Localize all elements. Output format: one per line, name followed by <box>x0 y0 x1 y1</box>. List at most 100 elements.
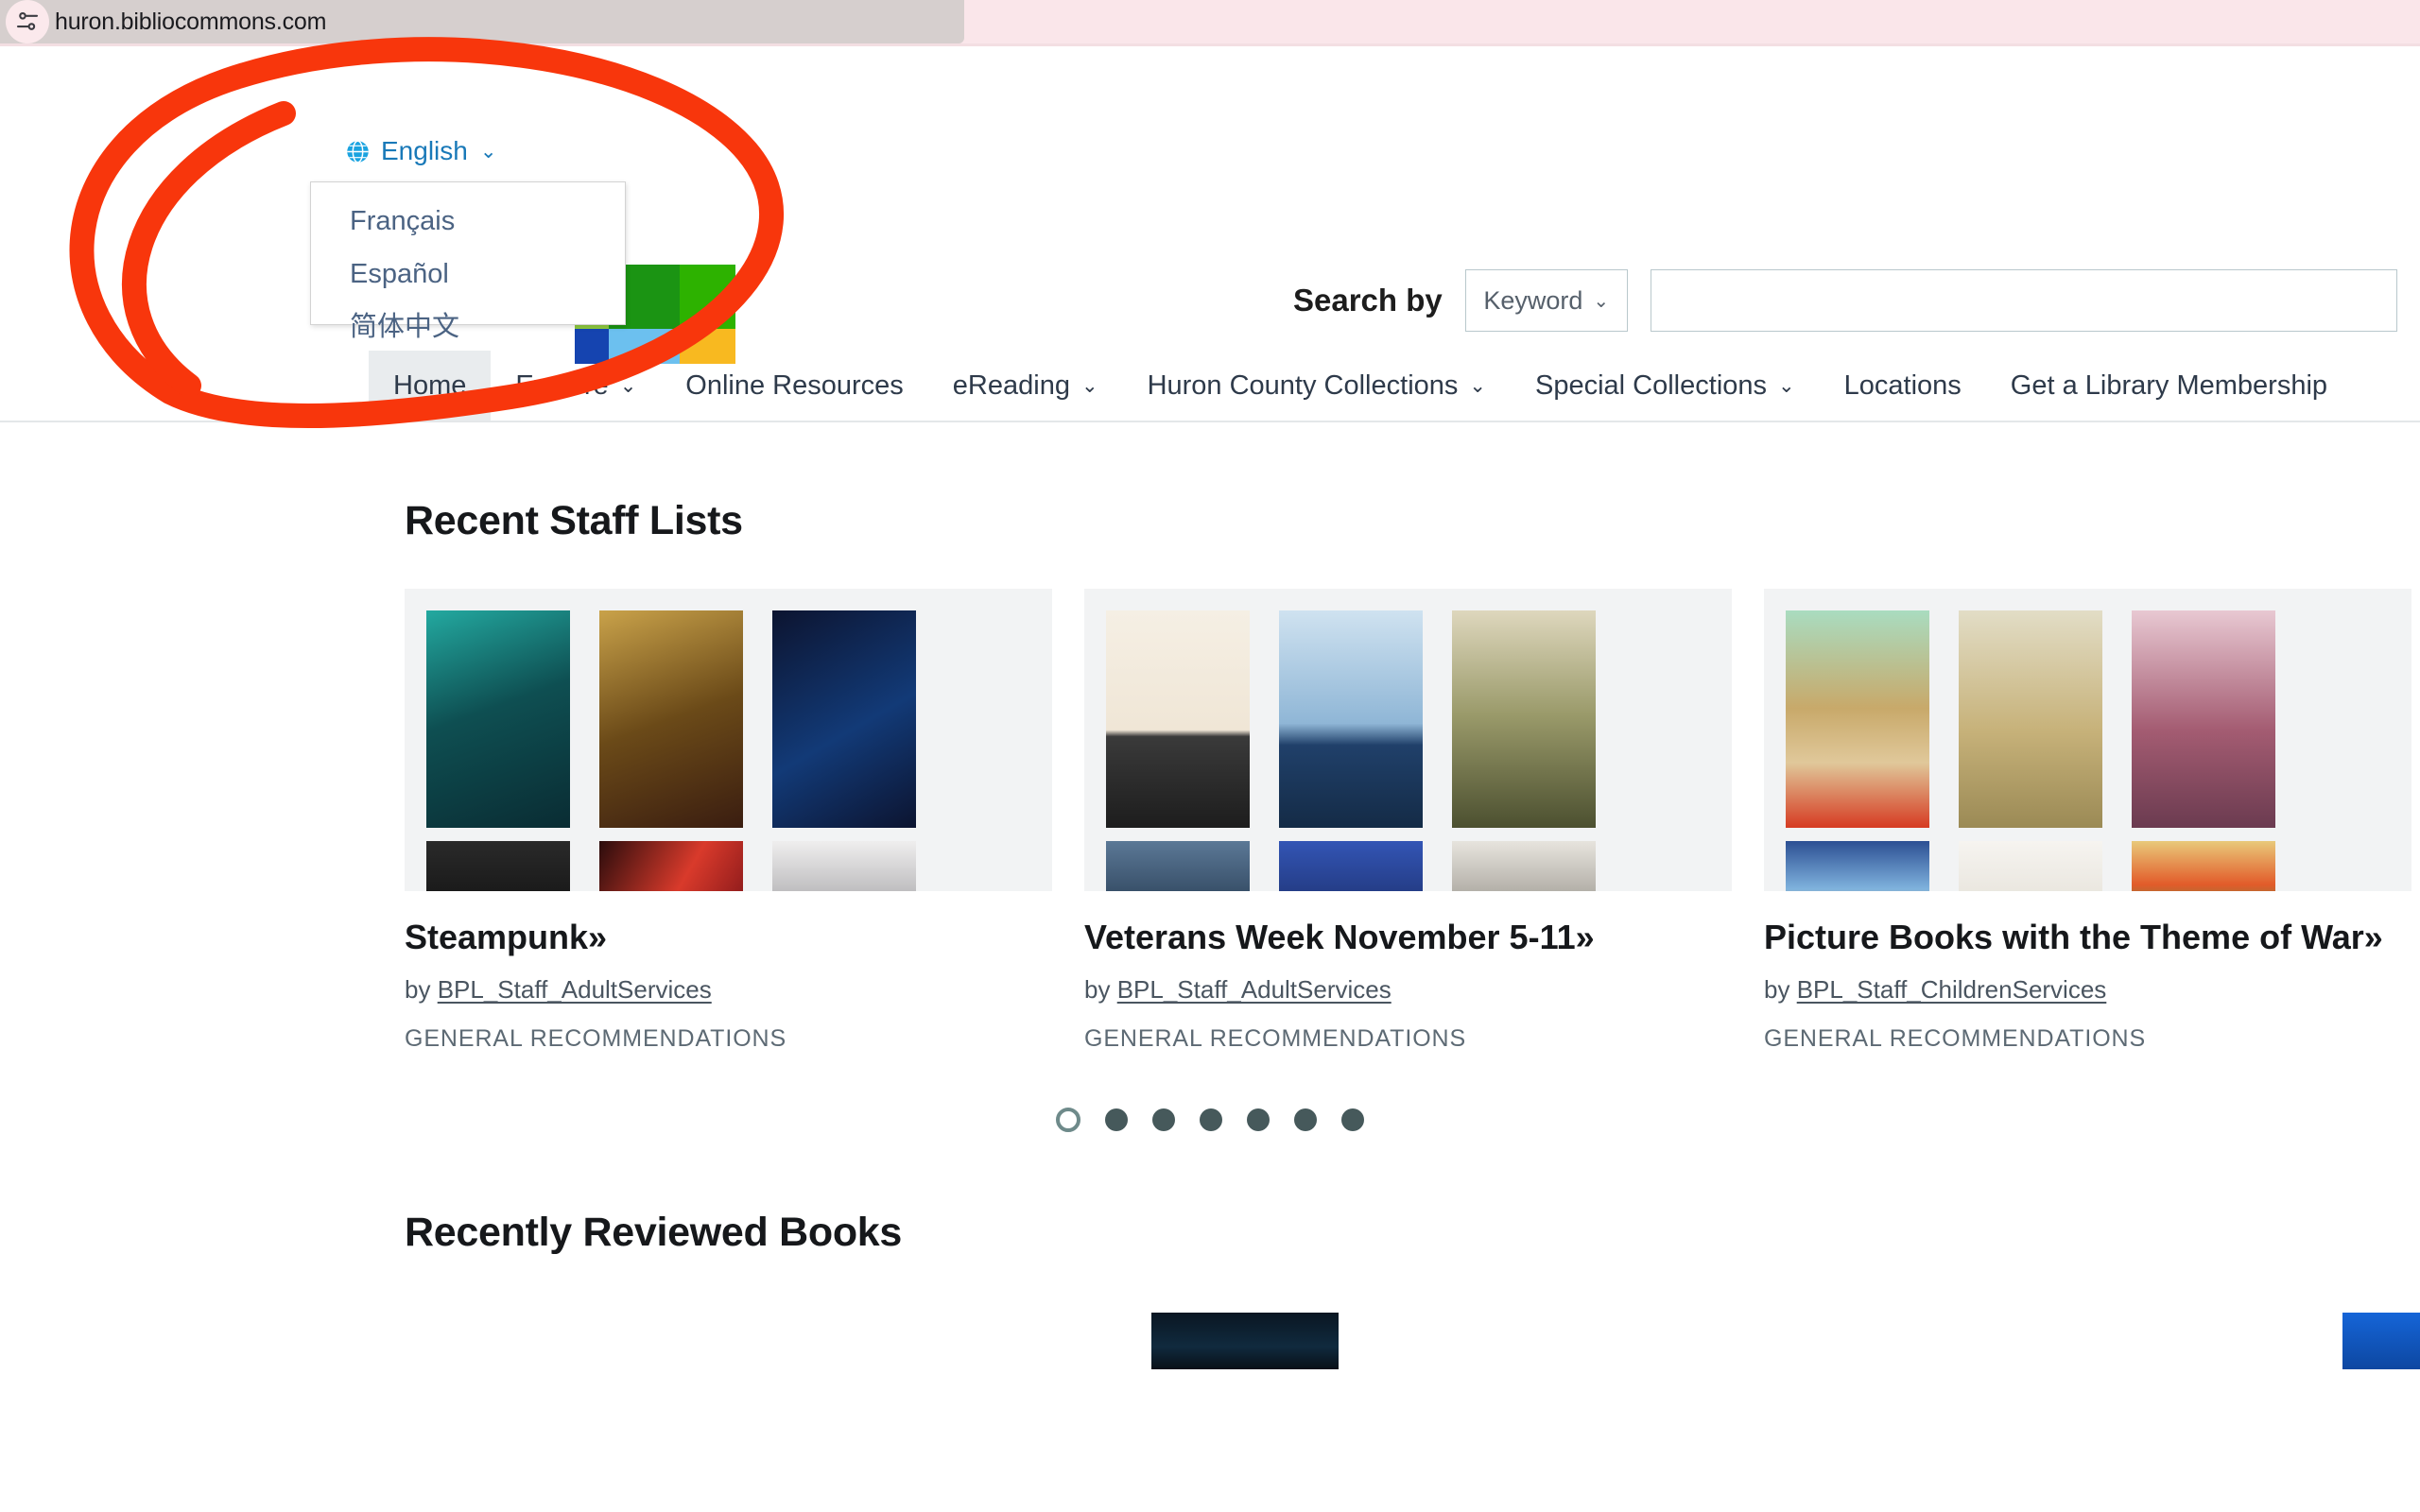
cover-collage <box>405 589 1052 891</box>
carousel-dot-5[interactable] <box>1247 1108 1270 1132</box>
search-area: Search by Keyword ⌄ <box>1293 269 2397 332</box>
byline-prefix: by <box>1764 975 1790 1005</box>
page-viewport: English ⌄ Français Español 简体中文 Search b… <box>0 46 2420 1512</box>
nav-item-label: Online Resources <box>685 369 904 401</box>
browser-chrome: huron.bibliocommons.com <box>0 0 2420 46</box>
nav-item-label: Get a Library Membership <box>2010 369 2328 401</box>
byline-prefix: by <box>1084 975 1111 1005</box>
staff-list-title[interactable]: Steampunk» <box>405 918 1047 956</box>
globe-icon <box>345 139 371 164</box>
nav-item-ereading[interactable]: eReading ⌄ <box>928 351 1123 421</box>
staff-lists-carousel: Steampunk» by BPL_Staff_AdultServices GE… <box>405 589 2420 1053</box>
staff-list-byline: by BPL_Staff_ChildrenServices <box>1764 975 2411 1005</box>
staff-list-title[interactable]: Picture Books with the Theme of War» <box>1764 918 2407 956</box>
book-cover <box>1106 841 1250 891</box>
carousel-pagination <box>405 1108 2420 1133</box>
nav-item-label: Special Collections <box>1535 369 1768 401</box>
main-navigation: Home Explore ⌄ Online Resources eReading… <box>0 351 2420 421</box>
book-cover <box>772 841 916 891</box>
recent-staff-lists-heading: Recent Staff Lists <box>405 498 743 543</box>
chevron-right-icon: » <box>588 918 608 956</box>
staff-list-byline: by BPL_Staff_AdultServices <box>405 975 1052 1005</box>
staff-list-title-text: Steampunk <box>405 918 589 956</box>
staff-list-kind: GENERAL RECOMMENDATIONS <box>1764 1025 2147 1053</box>
book-cover <box>1959 610 2102 828</box>
site-settings-icon[interactable] <box>0 0 55 43</box>
book-cover <box>1452 841 1596 891</box>
chevron-down-icon: ⌄ <box>1469 374 1486 397</box>
logo-tile-3 <box>680 265 735 329</box>
reviewed-book-cover[interactable] <box>2342 1313 2420 1370</box>
staff-list-author-link[interactable]: BPL_Staff_AdultServices <box>1117 975 1392 1004</box>
nav-item-get-a-library-membership[interactable]: Get a Library Membership <box>1986 351 2352 421</box>
book-cover <box>2132 841 2275 891</box>
book-cover <box>1786 610 1929 828</box>
recently-reviewed-books-heading: Recently Reviewed Books <box>405 1210 903 1256</box>
carousel-dot-4[interactable] <box>1200 1108 1222 1132</box>
chevron-down-icon: ⌄ <box>1778 374 1795 397</box>
book-cover <box>1279 841 1423 891</box>
reviewed-book-cover[interactable] <box>1151 1313 1339 1370</box>
chevron-down-icon: ⌄ <box>619 374 637 397</box>
carousel-dot-6[interactable] <box>1294 1108 1317 1132</box>
carousel-dot-2[interactable] <box>1105 1108 1128 1132</box>
staff-list-card[interactable]: Picture Books with the Theme of War» by … <box>1764 589 2411 1053</box>
nav-item-locations[interactable]: Locations <box>1820 351 1986 421</box>
nav-item-label: Explore <box>515 369 609 401</box>
book-cover <box>426 610 570 828</box>
book-cover <box>599 841 743 891</box>
language-dropdown-menu[interactable]: Français Español 简体中文 <box>310 181 626 342</box>
carousel-dot-1[interactable] <box>1056 1108 1080 1133</box>
language-option-espanol[interactable]: Español <box>311 248 625 301</box>
omnibox[interactable]: huron.bibliocommons.com <box>0 0 964 43</box>
staff-list-title-text: Picture Books with the Theme of War <box>1764 918 2364 956</box>
main-content: Recent Staff Lists Steampunk» by BPL_Sta… <box>0 498 2420 1370</box>
staff-list-kind: GENERAL RECOMMENDATIONS <box>1084 1025 1467 1053</box>
staff-list-author-link[interactable]: BPL_Staff_AdultServices <box>438 975 712 1004</box>
nav-item-special-collections[interactable]: Special Collections ⌄ <box>1511 351 1820 421</box>
nav-item-label: Locations <box>1843 369 1962 401</box>
book-cover <box>426 841 570 891</box>
staff-list-kind: GENERAL RECOMMENDATIONS <box>405 1025 787 1053</box>
language-option-chinese-simplified[interactable]: 简体中文 <box>311 301 625 353</box>
search-index-select[interactable]: Keyword ⌄ <box>1464 269 1628 332</box>
book-cover <box>1279 610 1423 828</box>
staff-list-byline: by BPL_Staff_AdultServices <box>1084 975 1732 1005</box>
language-option-francais[interactable]: Français <box>311 195 625 248</box>
staff-list-card[interactable]: Steampunk» by BPL_Staff_AdultServices GE… <box>405 589 1052 1053</box>
carousel-dot-7[interactable] <box>1341 1108 1364 1132</box>
chevron-down-icon: ⌄ <box>1080 374 1098 397</box>
book-cover <box>772 610 916 828</box>
cover-collage <box>1764 589 2411 891</box>
search-by-label: Search by <box>1293 283 1443 318</box>
chevron-right-icon: » <box>2363 918 2383 956</box>
utility-bar: English ⌄ <box>0 46 2420 181</box>
nav-item-label: Home <box>393 369 467 401</box>
book-cover <box>2132 610 2275 828</box>
book-cover <box>1452 610 1596 828</box>
nav-item-huron-county-collections[interactable]: Huron County Collections ⌄ <box>1123 351 1511 421</box>
chevron-down-icon: ⌄ <box>1593 290 1610 312</box>
language-selector-label: English <box>381 136 468 165</box>
staff-list-card[interactable]: Veterans Week November 5-11» by BPL_Staf… <box>1084 589 1732 1053</box>
chevron-down-icon: ⌄ <box>479 140 497 163</box>
carousel-dot-3[interactable] <box>1152 1108 1175 1132</box>
url-text: huron.bibliocommons.com <box>55 8 327 35</box>
search-input[interactable] <box>1650 269 2397 332</box>
staff-list-author-link[interactable]: BPL_Staff_ChildrenServices <box>1797 975 2107 1004</box>
book-cover <box>599 610 743 828</box>
search-index-value: Keyword <box>1483 285 1583 315</box>
book-cover <box>1106 610 1250 828</box>
nav-item-label: eReading <box>952 369 1070 401</box>
logo-tile-6 <box>680 329 735 364</box>
byline-prefix: by <box>405 975 431 1005</box>
book-cover <box>1786 841 1929 891</box>
nav-item-label: Huron County Collections <box>1147 369 1459 401</box>
book-cover <box>1959 841 2102 891</box>
language-selector[interactable]: English ⌄ <box>345 136 496 166</box>
nav-item-home[interactable]: Home <box>369 351 492 421</box>
staff-list-title[interactable]: Veterans Week November 5-11» <box>1084 918 1727 956</box>
recently-reviewed-row <box>405 1313 2420 1370</box>
staff-list-title-text: Veterans Week November 5-11 <box>1084 918 1576 956</box>
chevron-right-icon: » <box>1575 918 1595 956</box>
